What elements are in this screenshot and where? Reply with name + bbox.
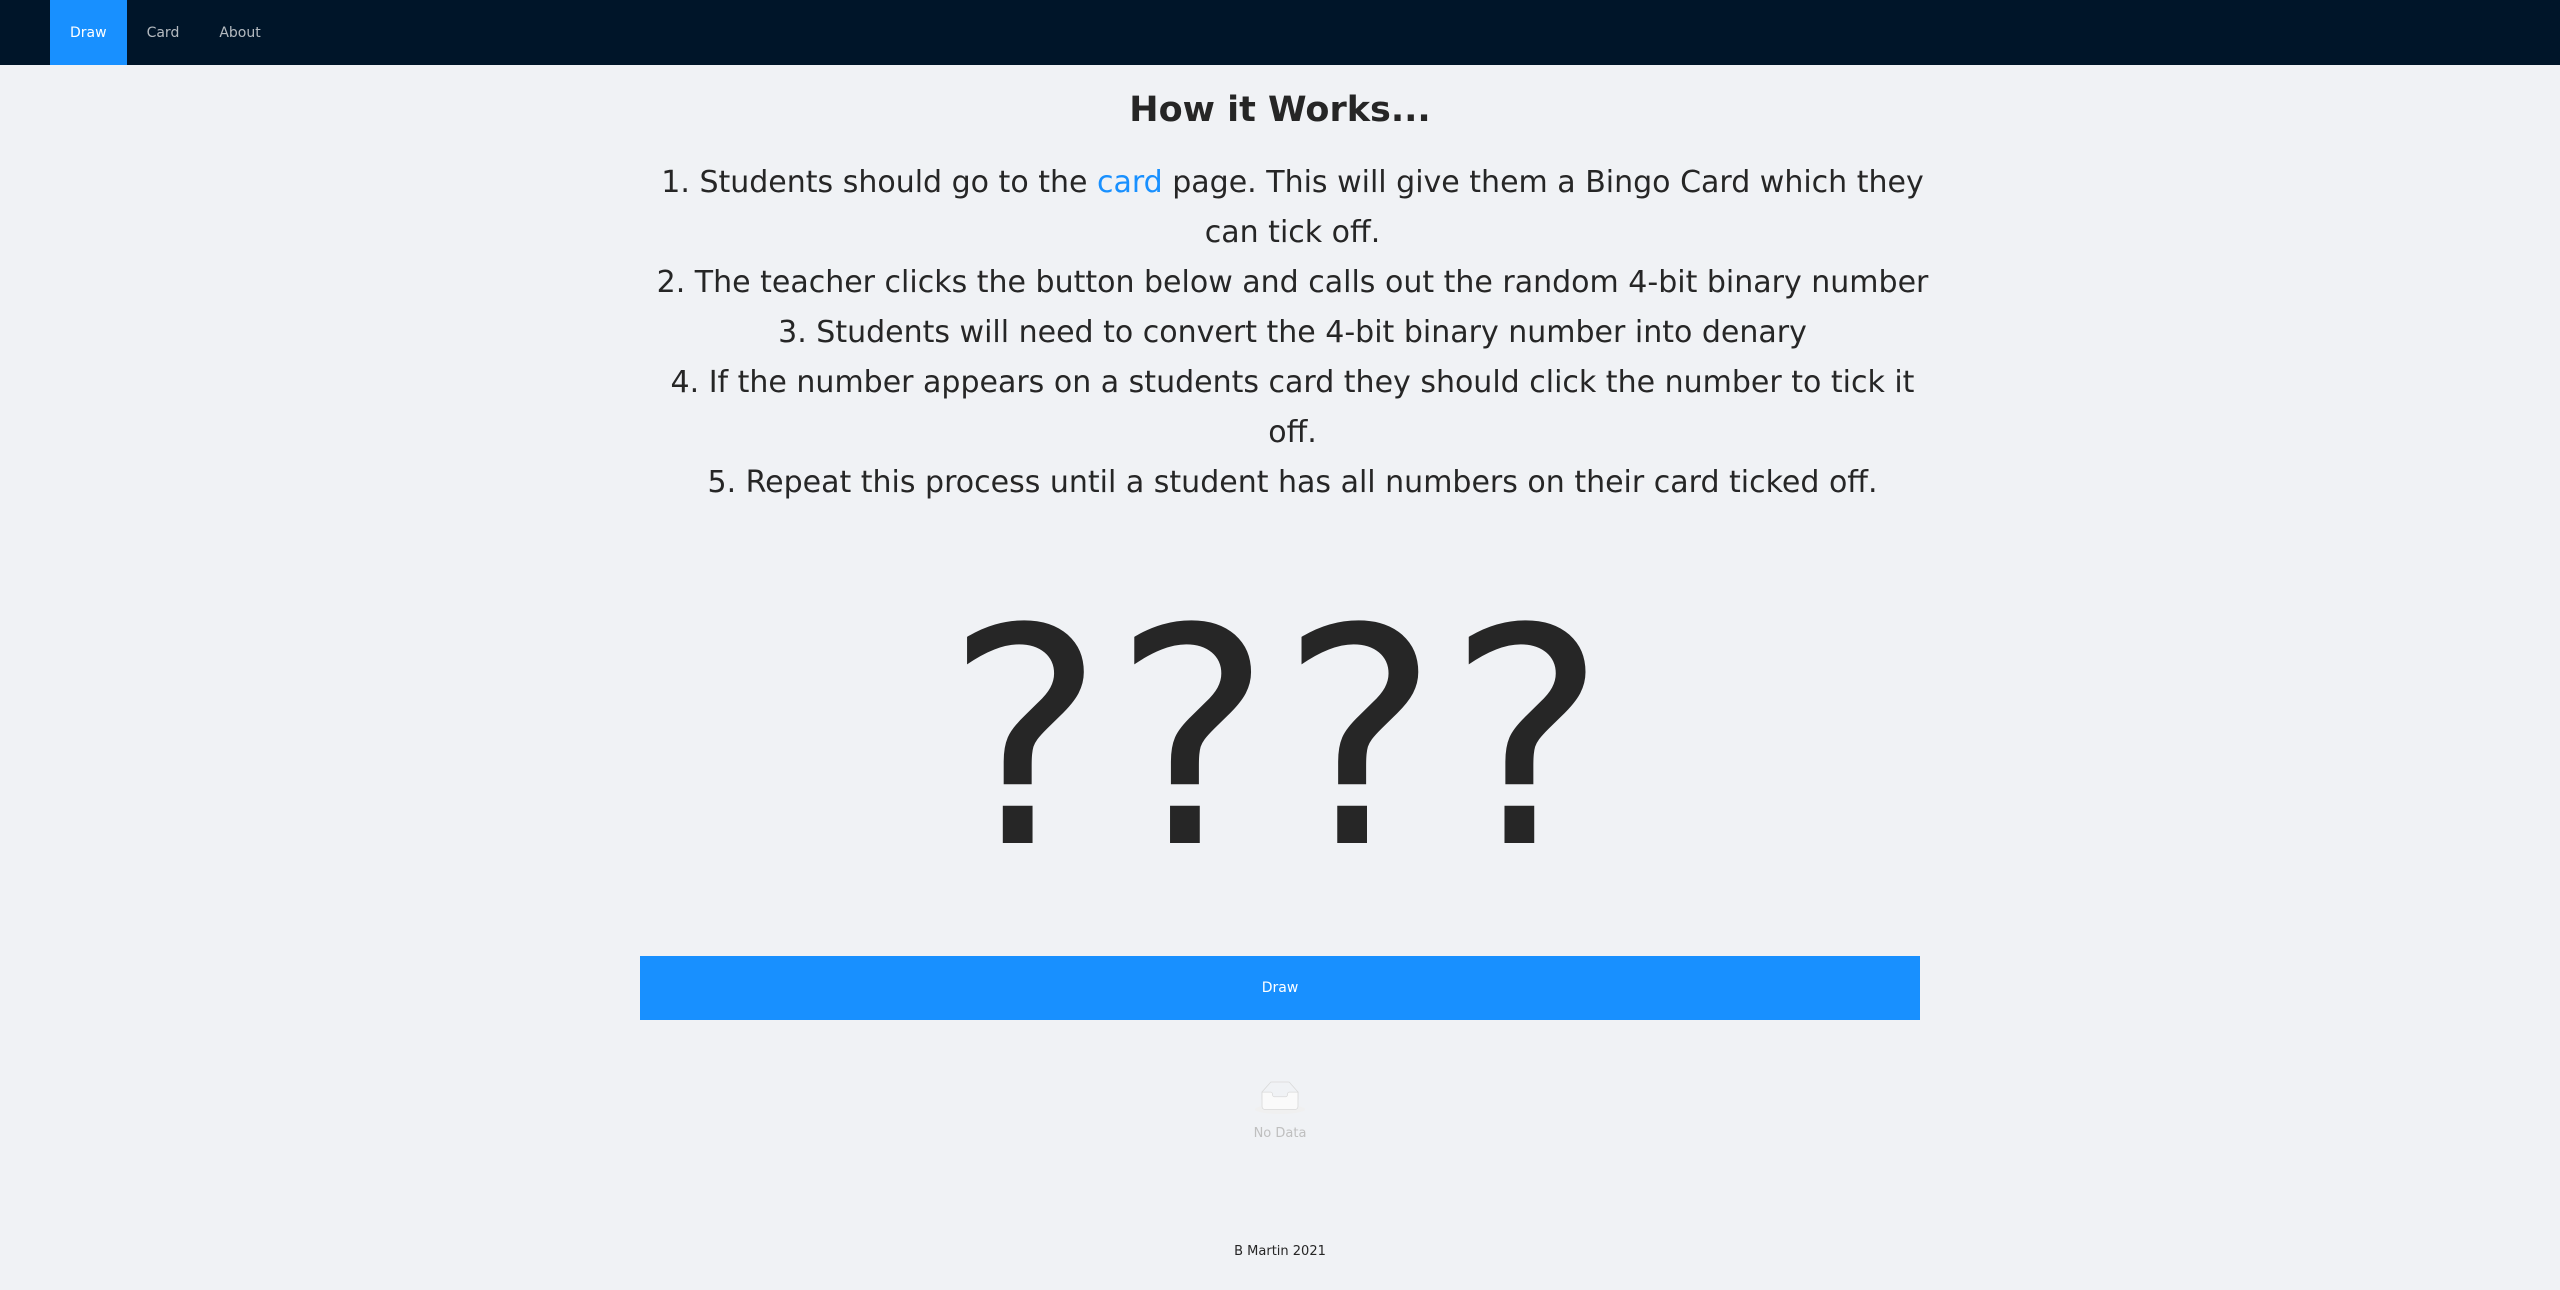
step-1-prefix: 1. Students should go to the [661, 165, 1097, 200]
nav-item-about[interactable]: About [199, 0, 280, 65]
step-2: 2. The teacher clicks the button below a… [656, 265, 1929, 300]
nav-item-card[interactable]: Card [127, 0, 200, 65]
instructions-list: 1. Students should go to the card page. … [655, 158, 1930, 508]
step-5: 5. Repeat this process until a student h… [707, 465, 1878, 500]
draw-button[interactable]: Draw [640, 956, 1920, 1020]
nav-item-draw[interactable]: Draw [50, 0, 127, 65]
top-nav: Draw Card About [0, 0, 2560, 65]
page-title: How it Works... [1129, 90, 1431, 130]
step-3: 3. Students will need to convert the 4-b… [778, 315, 1807, 350]
step-1: 1. Students should go to the card page. … [655, 158, 1930, 258]
step-4: 4. If the number appears on a students c… [670, 365, 1915, 450]
binary-number-display: ???? [945, 565, 1615, 914]
empty-state-text: No Data [1253, 1126, 1307, 1141]
inbox-icon [1255, 1081, 1305, 1115]
step-1-suffix: page. This will give them a Bingo Card w… [1162, 165, 1924, 250]
card-link[interactable]: card [1097, 165, 1163, 200]
empty-state: No Data [1230, 1078, 1330, 1141]
footer-credit: B Martin 2021 [1234, 1244, 1326, 1259]
